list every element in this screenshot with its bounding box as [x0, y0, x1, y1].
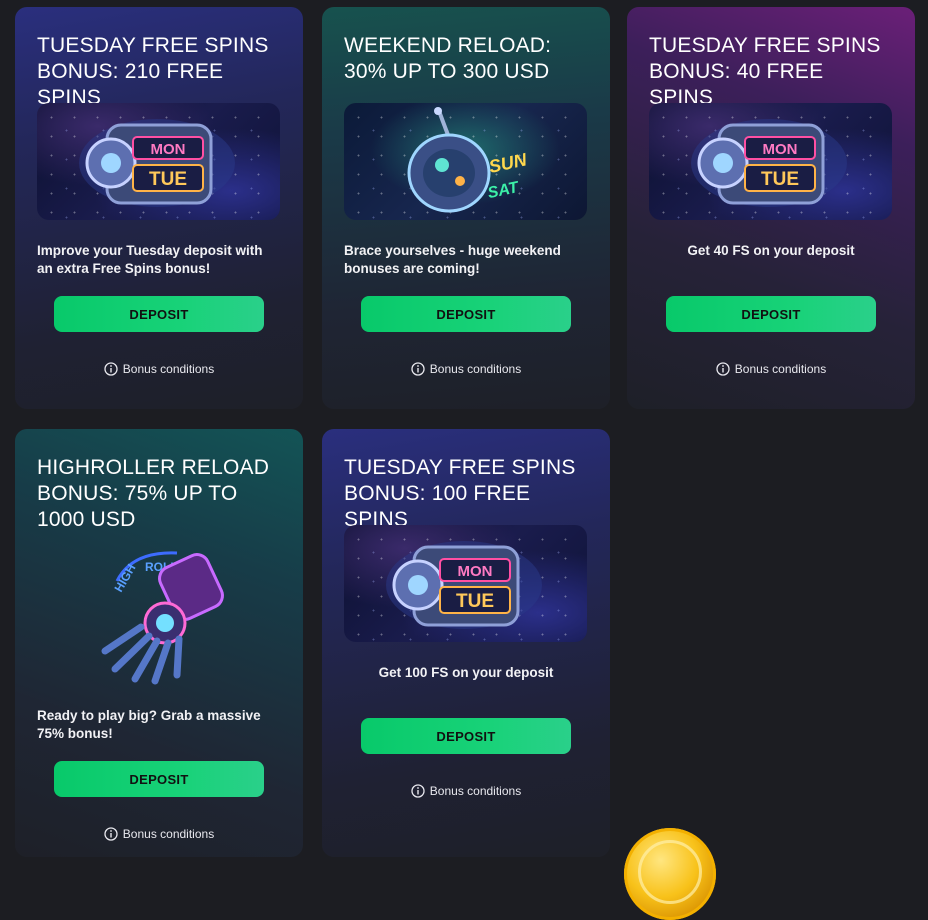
bonus-banner-image: SUN SAT: [344, 103, 587, 220]
bonus-conditions-link[interactable]: Bonus conditions: [649, 362, 893, 376]
bonus-banner-image: MON TUE: [649, 103, 892, 220]
bonus-title: WEEKEND RELOAD: 30% UP TO 300 USD: [344, 34, 552, 83]
bonus-description: Ready to play big? Grab a massive 75% bo…: [37, 708, 261, 741]
bonus-conditions-label: Bonus conditions: [122, 362, 215, 376]
info-icon: [411, 784, 425, 798]
bonus-description: Get 100 FS on your deposit: [378, 665, 554, 680]
bonus-description: Brace yourselves - huge weekend bonuses …: [344, 243, 561, 276]
banner-tue-text: TUE: [149, 169, 187, 190]
bonus-conditions-link[interactable]: Bonus conditions: [37, 362, 281, 376]
gold-coin-rim: [638, 840, 702, 904]
banner-mon-text: MON: [458, 563, 493, 580]
bonus-title: TUESDAY FREE SPINS BONUS: 40 FREE SPINS: [649, 34, 881, 109]
banner-mon-text: MON: [151, 141, 186, 158]
bonus-conditions-link[interactable]: Bonus conditions: [344, 362, 588, 376]
banner-tue-text: TUE: [456, 591, 494, 612]
banner-sat-text: SAT: [486, 179, 521, 202]
bonus-conditions-link[interactable]: Bonus conditions: [344, 784, 588, 798]
banner-sun-text: SUN: [487, 149, 529, 177]
robot-illustration: SUN SAT: [407, 107, 529, 213]
gold-coin-icon[interactable]: [624, 828, 716, 920]
info-icon: [716, 362, 730, 376]
deposit-button[interactable]: DEPOSIT: [54, 761, 264, 797]
bonus-banner-image: HIGH ROLLER: [37, 541, 280, 685]
bonus-conditions-label: Bonus conditions: [734, 362, 827, 376]
bonus-title: TUESDAY FREE SPINS BONUS: 100 FREE SPINS: [344, 456, 576, 531]
slot-machine-illustration: MON TUE: [79, 119, 235, 207]
bonus-conditions-link[interactable]: Bonus conditions: [37, 827, 281, 841]
robotic-hand-illustration: HIGH ROLLER: [101, 551, 224, 685]
info-icon: [104, 362, 118, 376]
deposit-button[interactable]: DEPOSIT: [361, 718, 571, 754]
bonus-banner-image: MON TUE: [37, 103, 280, 220]
bonus-card: HIGHROLLER RELOAD BONUS: 75% UP TO 1000 …: [15, 429, 303, 857]
bonus-description: Improve your Tuesday deposit with an ext…: [37, 243, 263, 276]
banner-high-text: HIGH: [111, 562, 138, 595]
info-icon: [411, 362, 425, 376]
bonus-card: TUESDAY FREE SPINS BONUS: 210 FREE SPINS…: [15, 7, 303, 409]
bonus-card: TUESDAY FREE SPINS BONUS: 40 FREE SPINS …: [627, 7, 915, 409]
slot-machine-illustration: MON TUE: [386, 541, 542, 629]
bonus-description: Get 40 FS on your deposit: [687, 243, 855, 258]
deposit-button[interactable]: DEPOSIT: [54, 296, 264, 332]
bonus-banner-image: MON TUE: [344, 525, 587, 642]
deposit-button[interactable]: DEPOSIT: [361, 296, 571, 332]
info-icon: [104, 827, 118, 841]
bonus-conditions-label: Bonus conditions: [429, 362, 522, 376]
bonus-card: TUESDAY FREE SPINS BONUS: 100 FREE SPINS…: [322, 429, 610, 857]
bonus-conditions-label: Bonus conditions: [122, 827, 215, 841]
bonus-title: TUESDAY FREE SPINS BONUS: 210 FREE SPINS: [37, 34, 269, 109]
bonus-card: WEEKEND RELOAD: 30% UP TO 300 USD SUN SA…: [322, 7, 610, 409]
bonus-title: HIGHROLLER RELOAD BONUS: 75% UP TO 1000 …: [37, 456, 270, 531]
banner-tue-text: TUE: [761, 169, 799, 190]
bonus-conditions-label: Bonus conditions: [429, 784, 522, 798]
banner-mon-text: MON: [763, 141, 798, 158]
slot-machine-illustration: MON TUE: [691, 119, 847, 207]
deposit-button[interactable]: DEPOSIT: [666, 296, 876, 332]
